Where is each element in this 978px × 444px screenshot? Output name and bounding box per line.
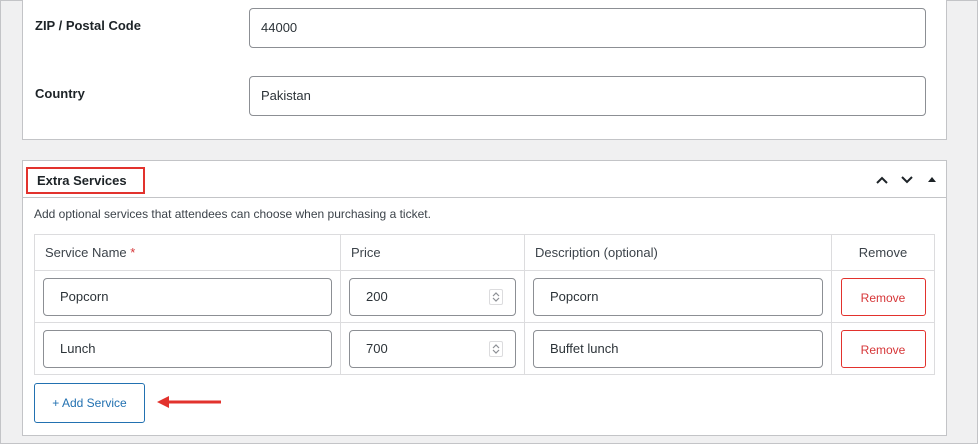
table-row: Popcorn 200 Popcorn Remove <box>34 270 935 323</box>
column-header-price: Price <box>340 234 525 271</box>
services-table: Service Name * Price Description (option… <box>34 234 935 375</box>
panel-title: Extra Services <box>26 167 145 194</box>
service-name-cell: Lunch <box>34 322 341 375</box>
column-header-service-name: Service Name * <box>34 234 341 271</box>
red-arrow-annotation-icon <box>157 396 221 408</box>
column-header-description: Description (optional) <box>524 234 832 271</box>
number-spinner-icon[interactable] <box>489 340 503 357</box>
zip-label: ZIP / Postal Code <box>35 18 141 33</box>
description-input[interactable]: Popcorn <box>533 277 823 316</box>
price-value: 700 <box>366 340 388 356</box>
price-value: 200 <box>366 288 388 304</box>
extra-services-panel: Extra Services Add optional services tha… <box>22 160 947 436</box>
remove-cell: Remove <box>831 322 935 375</box>
service-name-header-label: Service Name <box>45 245 127 260</box>
caret-up-icon[interactable] <box>928 172 936 188</box>
service-name-cell: Popcorn <box>34 270 341 323</box>
description-input[interactable]: Buffet lunch <box>533 329 823 368</box>
service-name-input[interactable]: Lunch <box>43 329 332 368</box>
table-row: Lunch 700 Buffet lunch Remove <box>34 322 935 375</box>
column-header-remove: Remove <box>831 234 935 271</box>
chevron-down-icon[interactable] <box>900 172 914 188</box>
address-panel: ZIP / Postal Code 44000 Country Pakistan <box>22 0 947 140</box>
remove-button[interactable]: Remove <box>840 329 926 368</box>
panel-header: Extra Services <box>23 161 946 198</box>
panel-description: Add optional services that attendees can… <box>34 207 431 221</box>
number-spinner-icon[interactable] <box>489 288 503 305</box>
chevron-up-icon[interactable] <box>875 172 889 188</box>
remove-button[interactable]: Remove <box>840 277 926 316</box>
add-service-button[interactable]: + Add Service <box>34 383 145 423</box>
price-input[interactable]: 200 <box>349 277 516 316</box>
country-input[interactable]: Pakistan <box>249 76 926 116</box>
description-cell: Popcorn <box>524 270 832 323</box>
price-cell: 200 <box>340 270 525 323</box>
service-name-input[interactable]: Popcorn <box>43 277 332 316</box>
price-cell: 700 <box>340 322 525 375</box>
price-input[interactable]: 700 <box>349 329 516 368</box>
zip-input[interactable]: 44000 <box>249 8 926 48</box>
country-label: Country <box>35 86 85 101</box>
table-header-row: Service Name * Price Description (option… <box>34 234 935 271</box>
description-cell: Buffet lunch <box>524 322 832 375</box>
remove-cell: Remove <box>831 270 935 323</box>
required-mark: * <box>130 245 136 260</box>
